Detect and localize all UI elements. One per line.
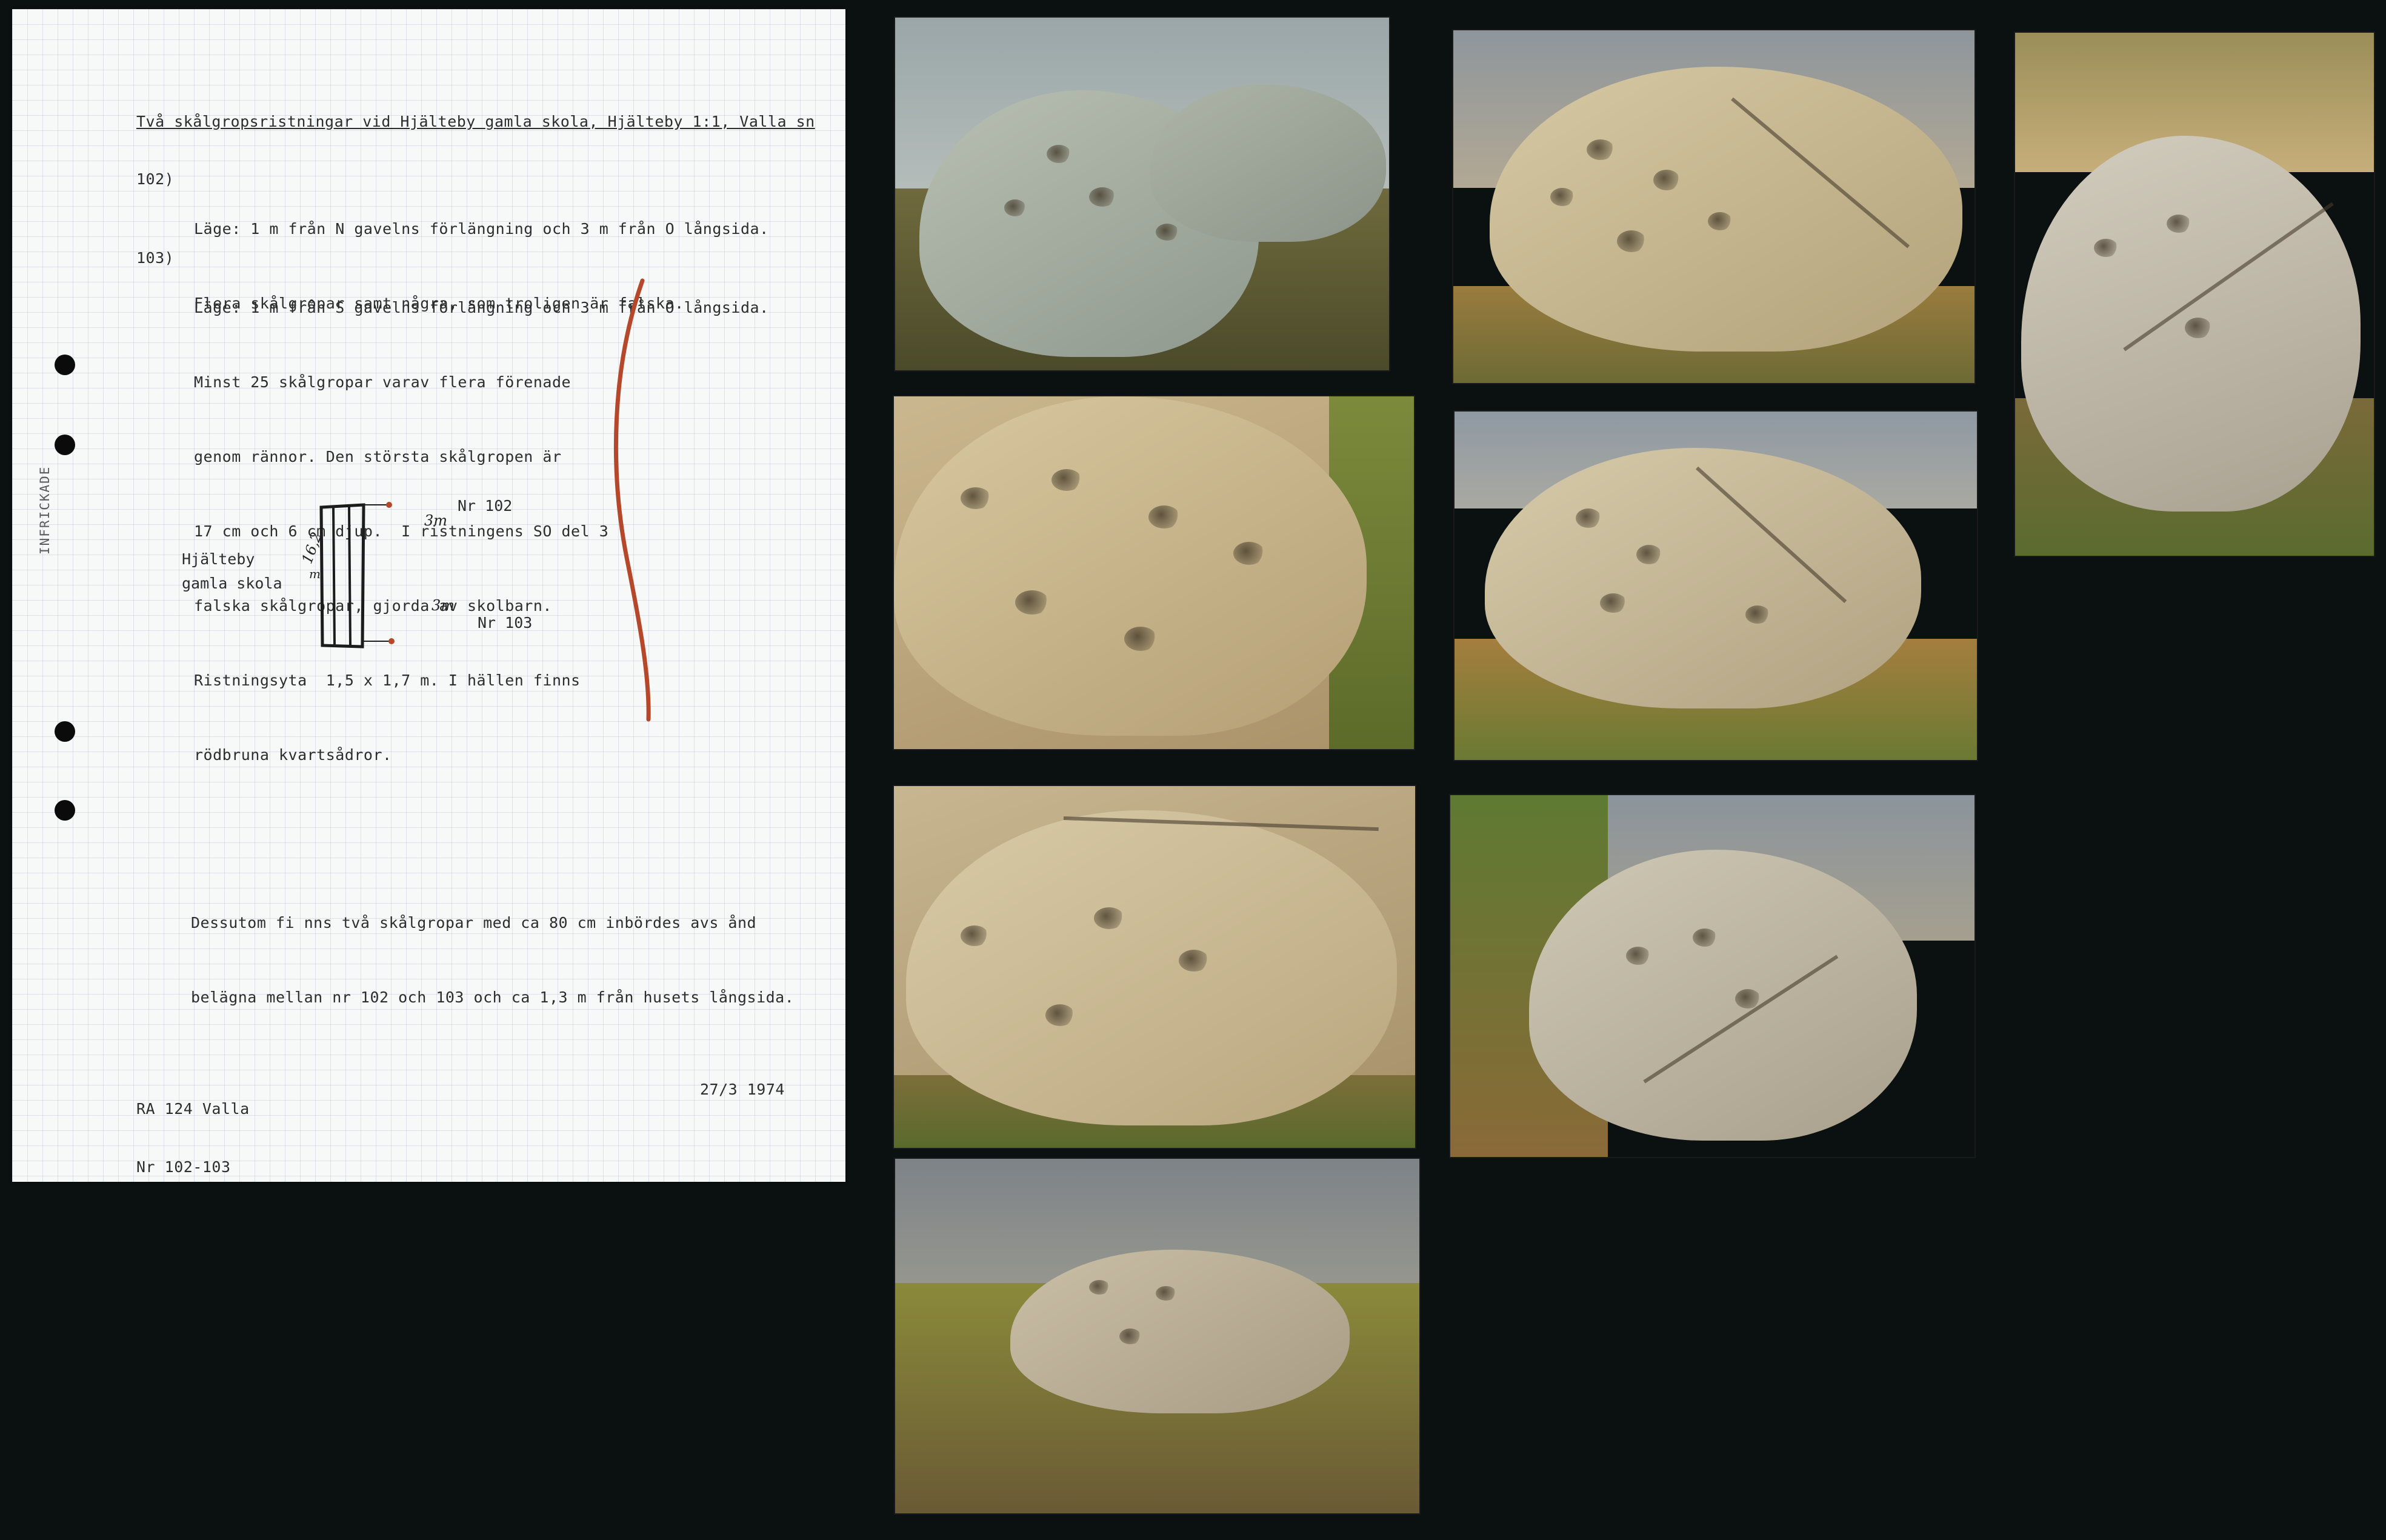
cupmark bbox=[1148, 505, 1180, 528]
red-vein-line bbox=[613, 278, 651, 722]
cupmark bbox=[1233, 542, 1265, 565]
cupmark bbox=[1119, 1328, 1141, 1344]
entry-103-line: rödbruna kvartsådror. bbox=[194, 746, 392, 764]
school-building-outline bbox=[319, 502, 395, 648]
cupmark bbox=[1004, 199, 1026, 216]
photo-rock-carving bbox=[2014, 32, 2375, 557]
cupmark bbox=[1047, 145, 1071, 163]
cupmark bbox=[1626, 947, 1650, 965]
photo-rock bbox=[1529, 850, 1917, 1141]
photo-rock-carving bbox=[1453, 410, 1978, 761]
entry-103-line: genom rännor. Den största skålgropen är bbox=[194, 448, 562, 465]
photo-rock-carving bbox=[1449, 794, 1976, 1158]
entry-103-number: 103) bbox=[136, 249, 175, 267]
distance-bottom: 3m bbox=[432, 597, 455, 614]
cupmark bbox=[1094, 907, 1124, 929]
cupmark bbox=[1051, 469, 1082, 491]
photo-rock bbox=[1010, 1250, 1350, 1413]
infrickade-stamp: INFRICKADE bbox=[38, 465, 52, 555]
cupmark bbox=[1156, 224, 1179, 241]
cupmark bbox=[1550, 188, 1575, 206]
punch-hole bbox=[55, 721, 75, 742]
punch-hole bbox=[55, 435, 75, 455]
footer-reference-line: Nr 102-103 bbox=[136, 1158, 231, 1176]
footer-reference: RA 124 Valla Nr 102-103 bbox=[136, 1061, 250, 1216]
photo-rock bbox=[1150, 84, 1386, 242]
cupmark bbox=[1653, 170, 1680, 190]
cupmark bbox=[961, 925, 988, 946]
building-label-line2: gamla skola bbox=[182, 575, 282, 592]
cupmark bbox=[1636, 545, 1662, 564]
photo-rock-carving bbox=[894, 1158, 1421, 1515]
photo-rock bbox=[894, 396, 1367, 736]
entry-102-line: Läge: 1 m från N gavelns förlängning och… bbox=[194, 220, 769, 238]
cupmark bbox=[1745, 605, 1770, 624]
cupmark bbox=[1587, 139, 1615, 160]
document-title: Två skålgropsristningar vid Hjälteby gam… bbox=[136, 113, 815, 130]
photo-rock-carving bbox=[893, 395, 1415, 750]
photo-rock bbox=[906, 810, 1397, 1125]
cupmark bbox=[2094, 239, 2118, 257]
additional-note-line: belägna mellan nr 102 och 103 och ca 1,3… bbox=[191, 988, 795, 1006]
entry-102-number: 102) bbox=[136, 170, 175, 188]
cupmark bbox=[1708, 212, 1732, 230]
cupmark bbox=[1124, 627, 1157, 651]
cupmark bbox=[1735, 989, 1761, 1008]
photo-rock-carving bbox=[1452, 29, 1976, 384]
entry-103-line: Ristningsyta 1,5 x 1,7 m. I hällen finns bbox=[194, 672, 581, 689]
additional-note-line: Dessutom fi nns två skålgropar med ca 80… bbox=[191, 914, 757, 932]
cupmark bbox=[1015, 590, 1049, 615]
site-sketch: Hjälteby gamla skola 16,2 m 3m 3m Nr 102… bbox=[182, 482, 545, 664]
cupmark bbox=[1156, 1286, 1176, 1301]
building-length-unit: m bbox=[309, 567, 321, 581]
punch-hole bbox=[55, 355, 75, 375]
cupmark bbox=[1089, 187, 1116, 207]
label-nr-103: Nr 103 bbox=[478, 614, 533, 632]
photo-rock-carving bbox=[894, 16, 1390, 372]
additional-note: Dessutom fi nns två skålgropar med ca 80… bbox=[191, 861, 794, 1059]
photo-rock-carving bbox=[893, 785, 1416, 1149]
photo-rock bbox=[1490, 67, 1962, 352]
distance-top: 3m bbox=[424, 512, 448, 529]
cupmark bbox=[1576, 508, 1601, 528]
entry-103-line: Läge: 1 m från S gavelns förlängning och… bbox=[194, 299, 769, 316]
building-label-line1: Hjälteby bbox=[182, 550, 255, 568]
entry-103-line: Minst 25 skålgropar varav flera förenade bbox=[194, 373, 572, 391]
cupmark bbox=[1617, 230, 1646, 252]
cupmark bbox=[1089, 1280, 1110, 1295]
cupmark bbox=[1600, 593, 1627, 613]
footer-reference-line: RA 124 Valla bbox=[136, 1100, 250, 1118]
cupmark bbox=[2185, 318, 2211, 338]
punch-hole bbox=[55, 800, 75, 821]
label-nr-102: Nr 102 bbox=[458, 497, 513, 515]
document-sheet: Två skålgropsristningar vid Hjälteby gam… bbox=[12, 9, 845, 1182]
cupmark bbox=[2167, 215, 2191, 233]
photo-rock bbox=[1485, 448, 1921, 708]
cupmark bbox=[1693, 928, 1717, 947]
footer-date: 27/3 1974 bbox=[700, 1081, 785, 1098]
cupmark bbox=[1045, 1004, 1075, 1026]
cupmark bbox=[1179, 950, 1209, 972]
cupmark bbox=[961, 487, 991, 509]
